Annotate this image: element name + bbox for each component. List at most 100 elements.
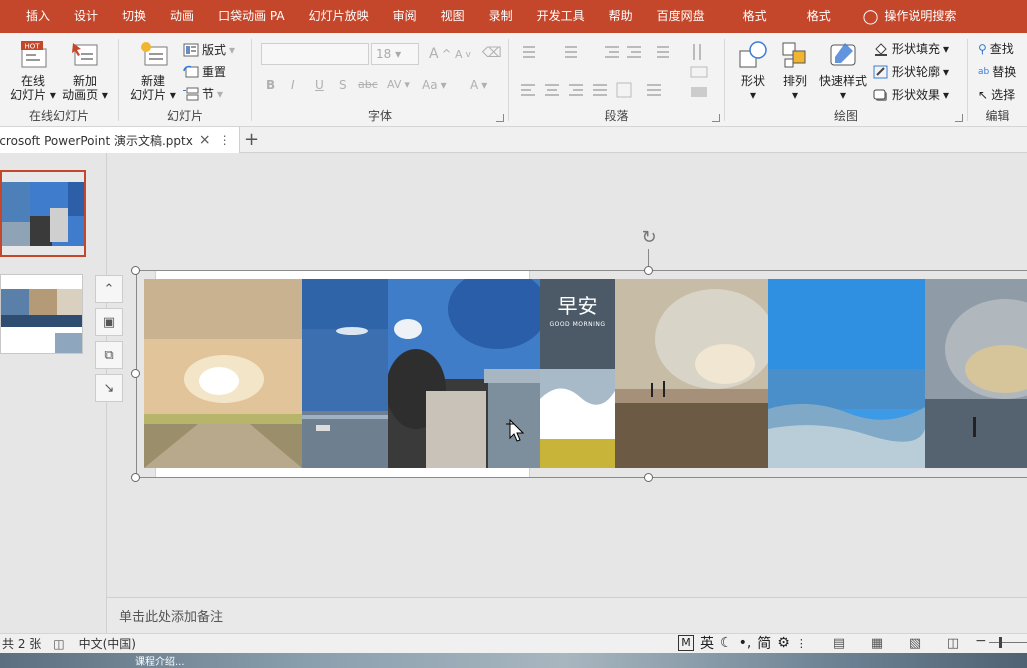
tell-me-search[interactable]: 操作说明搜索 xyxy=(884,0,968,33)
notes-pane[interactable]: 单击此处添加备注 xyxy=(107,597,1027,633)
collapse-up-icon[interactable]: ⌃ xyxy=(95,275,123,303)
new-slide-button[interactable]: 新建 幻灯片 ▾ xyxy=(125,39,181,102)
tab-pocket-animation[interactable]: 口袋动画 PA xyxy=(206,0,297,33)
strikethrough-button[interactable]: abc xyxy=(358,78,378,91)
group-slides: 新建 幻灯片 ▾ 版式 ▾ 重置 节 ▾ 幻灯片 xyxy=(119,33,251,127)
underline-button[interactable]: U xyxy=(315,78,324,92)
char-spacing-button[interactable]: AV ▾ xyxy=(387,78,410,91)
new-tab-button[interactable]: + xyxy=(244,129,259,150)
grow-font-button[interactable]: A ^ xyxy=(429,46,451,62)
gear-icon[interactable]: ⚙ xyxy=(777,635,790,651)
tab-animations[interactable]: 动画 xyxy=(158,0,206,33)
chevron-down-icon: ▾ xyxy=(749,88,757,102)
font-color-button[interactable]: A ▾ xyxy=(470,78,487,92)
tab-baidu-netdisk[interactable]: 百度网盘 xyxy=(645,0,717,33)
char-spacing-label: AV xyxy=(387,78,402,91)
tab-slideshow[interactable]: 幻灯片放映 xyxy=(297,0,381,33)
paint-bucket-icon xyxy=(873,42,889,56)
ime-lang[interactable]: 英 xyxy=(700,633,714,653)
resize-handle-bottom[interactable] xyxy=(644,473,653,482)
slide-count: 共 2 张 xyxy=(2,637,42,651)
rotate-handle-icon[interactable]: ↻ xyxy=(638,227,660,249)
hot-badge-text: HOT xyxy=(24,43,40,51)
shapes-label: 形状 xyxy=(740,74,765,88)
align-center-icon[interactable]: ▣ xyxy=(95,308,123,336)
expand-icon[interactable]: ↘ xyxy=(95,374,123,402)
online-slides-icon: HOT xyxy=(17,39,49,71)
group-drawing: 形状 ▾ 排列 ▾ 快速样式 ▾ 形状填充 ▾ 形状轮廓 ▾ 形状效果 ▾ 绘图 xyxy=(725,33,967,127)
zoom-knob[interactable] xyxy=(999,637,1002,648)
section-button[interactable]: 节 ▾ xyxy=(183,85,223,102)
effects-icon xyxy=(873,88,889,102)
language-status[interactable]: 中文(中国) xyxy=(79,635,136,652)
shapes-button[interactable]: 形状 ▾ xyxy=(733,39,773,102)
ime-simplified[interactable]: 简 xyxy=(757,633,771,653)
tab-review[interactable]: 审阅 xyxy=(381,0,429,33)
font-name-combo[interactable] xyxy=(261,43,369,65)
ime-mode-icon[interactable]: M xyxy=(678,635,694,651)
tab-developer[interactable]: 开发工具 xyxy=(525,0,597,33)
zoom-out-icon[interactable]: − xyxy=(975,633,987,649)
arrange-button[interactable]: 排列 ▾ xyxy=(775,39,815,102)
font-size-combo[interactable]: 18 ▾ xyxy=(371,43,419,65)
resize-handle-left[interactable] xyxy=(131,369,140,378)
clear-format-icon[interactable]: ⌫ xyxy=(482,45,502,61)
tab-design[interactable]: 设计 xyxy=(62,0,110,33)
quick-styles-icon xyxy=(827,39,859,71)
document-title: icrosoft PowerPoint 演示文稿.pptx xyxy=(0,133,193,148)
tab-transitions[interactable]: 切换 xyxy=(110,0,158,33)
tab-help[interactable]: 帮助 xyxy=(597,0,645,33)
drawing-dialog-launcher[interactable] xyxy=(955,114,963,122)
shape-fill-button[interactable]: 形状填充 ▾ xyxy=(873,40,949,57)
italic-button[interactable]: I xyxy=(291,78,295,92)
punctuation-icon[interactable]: •, xyxy=(739,635,752,651)
change-case-button[interactable]: Aa ▾ xyxy=(422,78,447,92)
more-options-icon[interactable]: ⋮ xyxy=(219,133,231,147)
layout-button[interactable]: 版式 ▾ xyxy=(183,41,235,58)
moon-icon[interactable]: ☾ xyxy=(720,635,733,651)
view-switcher: ▤ ▦ ▧ ◫ xyxy=(820,634,972,652)
slide-thumbnail-1[interactable] xyxy=(0,170,86,257)
tab-record[interactable]: 录制 xyxy=(477,0,525,33)
normal-view-icon[interactable]: ▤ xyxy=(820,636,858,651)
paragraph-dialog-launcher[interactable] xyxy=(712,114,720,122)
shape-effects-button[interactable]: 形状效果 ▾ xyxy=(873,86,949,103)
accessibility-icon[interactable]: ◫ xyxy=(53,637,64,651)
close-icon[interactable]: × xyxy=(199,132,211,148)
resize-handle-bl[interactable] xyxy=(131,473,140,482)
shadow-button[interactable]: S xyxy=(339,78,347,92)
online-slides-button[interactable]: HOT 在线 幻灯片 ▾ xyxy=(8,39,58,102)
tab-format-1[interactable]: 格式 xyxy=(717,0,793,33)
reading-view-icon[interactable]: ▧ xyxy=(896,636,934,651)
add-animation-page-button[interactable]: 新加 动画页 ▾ xyxy=(60,39,110,102)
shape-outline-button[interactable]: 形状轮廓 ▾ xyxy=(873,63,949,80)
tab-insert[interactable]: 插入 xyxy=(0,0,62,33)
slide-sorter-icon[interactable]: ▦ xyxy=(858,636,896,651)
bold-button[interactable]: B xyxy=(266,78,275,92)
select-label: 选择 xyxy=(991,88,1016,102)
thumbnail-2-image xyxy=(1,275,82,353)
arrange-icon xyxy=(779,39,811,71)
slideshow-view-icon[interactable]: ◫ xyxy=(934,636,972,651)
resize-handle-top[interactable] xyxy=(644,266,653,275)
resize-handle-tl[interactable] xyxy=(131,266,140,275)
select-button[interactable]: ↖ 选择 xyxy=(978,86,1015,103)
replace-button[interactable]: ab 替换 xyxy=(978,63,1016,80)
font-dialog-launcher[interactable] xyxy=(496,114,504,122)
quick-styles-button[interactable]: 快速样式 ▾ xyxy=(817,39,869,102)
find-label: 查找 xyxy=(989,42,1014,56)
replace-label: 替换 xyxy=(992,65,1017,79)
layer-icon[interactable]: ⧉ xyxy=(95,341,123,369)
slide-thumbnail-2[interactable] xyxy=(0,274,83,354)
shrink-font-button[interactable]: Av xyxy=(455,48,471,61)
more-icon[interactable]: ⋮ xyxy=(796,637,807,650)
zoom-slider[interactable]: − xyxy=(975,633,1027,650)
reset-button[interactable]: 重置 xyxy=(183,63,226,80)
tab-view[interactable]: 视图 xyxy=(429,0,477,33)
search-icon: ⚲ xyxy=(978,41,987,56)
add-animation-label-1: 新加 xyxy=(72,74,97,88)
find-button[interactable]: ⚲ 查找 xyxy=(978,40,1014,57)
ribbon: HOT 在线 幻灯片 ▾ 新加 动画页 ▾ 在线幻灯片 新建 幻灯片 ▾ 版式 ▾ xyxy=(0,33,1027,127)
document-tab[interactable]: icrosoft PowerPoint 演示文稿.pptx × ⋮ xyxy=(0,127,240,153)
tab-format-2[interactable]: 格式 xyxy=(793,0,845,33)
